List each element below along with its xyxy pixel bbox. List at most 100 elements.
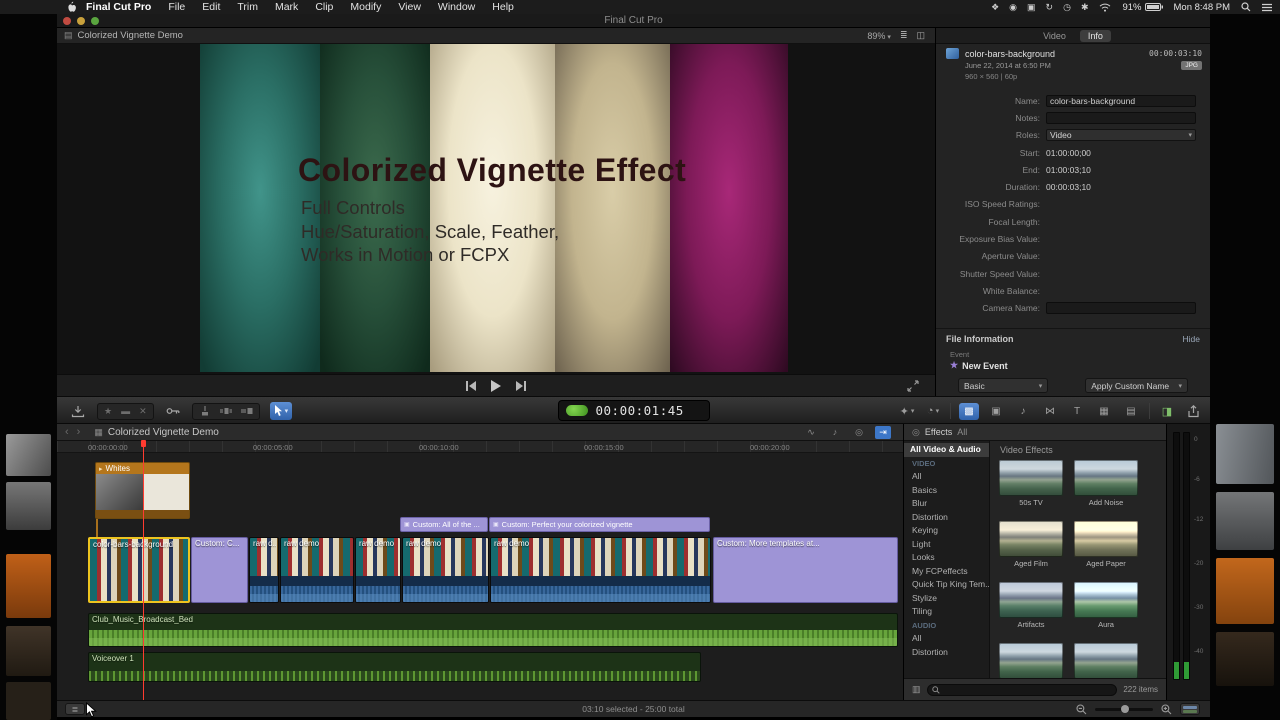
- effect-thumbnail-item[interactable]: Aged Paper: [1074, 521, 1138, 568]
- bluetooth-icon[interactable]: ✱: [1081, 2, 1089, 13]
- play-button[interactable]: [491, 379, 501, 392]
- effect-thumbnail-item[interactable]: [999, 643, 1063, 678]
- apply-custom-name-dropdown[interactable]: Apply Custom Name ▾: [1085, 378, 1188, 393]
- battery-status[interactable]: 91%: [1122, 2, 1163, 13]
- audio-skimming-toggle[interactable]: ♪: [827, 426, 843, 439]
- menu-item-view[interactable]: View: [398, 1, 421, 13]
- menu-item-clip[interactable]: Clip: [315, 1, 333, 13]
- rate-reject-button[interactable]: ✕: [139, 406, 147, 417]
- sync-icon[interactable]: ↻: [1046, 2, 1054, 13]
- photos-browser-button[interactable]: ▣: [986, 403, 1006, 420]
- zoom-slider[interactable]: [1095, 704, 1153, 713]
- display-icon[interactable]: ▣: [1027, 2, 1036, 13]
- tool-select-button[interactable]: ▾: [269, 402, 293, 420]
- transition-preset-dropdown[interactable]: Basic ▾: [958, 378, 1049, 393]
- zoom-out-icon[interactable]: [1076, 703, 1087, 715]
- previous-frame-button[interactable]: [465, 380, 477, 391]
- timeline-back-button[interactable]: ‹: [65, 426, 69, 438]
- menu-item-help[interactable]: Help: [492, 1, 514, 13]
- event-row[interactable]: ★ New Event: [936, 360, 1210, 371]
- effects-category-audio-all[interactable]: All: [904, 632, 989, 646]
- effects-category-tiling[interactable]: Tiling: [904, 605, 989, 619]
- display-options-icon[interactable]: ◫: [916, 30, 925, 41]
- window-titlebar[interactable]: Final Cut Pro: [57, 14, 1210, 28]
- menu-item-mark[interactable]: Mark: [275, 1, 298, 13]
- connect-clip-button[interactable]: [199, 406, 211, 416]
- tab-video[interactable]: Video: [1035, 30, 1074, 42]
- menu-item-window[interactable]: Window: [438, 1, 475, 13]
- timeline-clip[interactable]: Custom: More templates at...: [713, 537, 898, 603]
- timeline-clip[interactable]: raw demo: [280, 537, 354, 603]
- apple-menu[interactable]: [66, 1, 76, 13]
- snapping-toggle[interactable]: ⇥: [875, 425, 891, 439]
- insert-clip-button[interactable]: [219, 406, 232, 416]
- effects-collection-all-video-audio[interactable]: All Video & Audio: [904, 443, 989, 457]
- connected-title-clip[interactable]: ▣ Custom: Perfect your colorized vignett…: [489, 517, 710, 532]
- rate-favorite-button[interactable]: ★: [104, 406, 112, 417]
- effects-category-quick-tip-king-tem-[interactable]: Quick Tip King Tem...: [904, 578, 989, 592]
- effect-preview-image[interactable]: [999, 460, 1063, 496]
- effect-thumbnail-item[interactable]: Add Noise: [1074, 460, 1138, 507]
- timeline-ruler[interactable]: 00:00:00:00 00:00:05:00 00:00:10:00 00:00:1…: [57, 441, 903, 453]
- effect-thumbnail-item[interactable]: 50s TV: [999, 460, 1063, 507]
- effects-install-icon[interactable]: ▥: [912, 684, 921, 695]
- menu-clock[interactable]: Mon 8:48 PM: [1174, 2, 1231, 13]
- app-menu[interactable]: Final Cut Pro: [86, 1, 151, 13]
- effect-preview-image[interactable]: [1074, 521, 1138, 557]
- transitions-browser-button[interactable]: ⋈: [1040, 403, 1060, 420]
- timeline-clip[interactable]: raw d...: [249, 537, 279, 603]
- import-media-button[interactable]: [69, 402, 87, 420]
- audio-clip-voiceover[interactable]: Voiceover 1: [88, 652, 701, 682]
- view-options-icon[interactable]: ≣: [900, 30, 908, 41]
- effects-category-light[interactable]: Light: [904, 538, 989, 552]
- dashboard[interactable]: 00:00:01:45: [557, 400, 710, 421]
- retime-button[interactable]: ◔ ▾: [924, 402, 942, 420]
- effects-browser-button[interactable]: ▩: [959, 402, 979, 420]
- share-button[interactable]: [1184, 402, 1202, 420]
- timeline-forward-button[interactable]: ›: [77, 426, 81, 438]
- connected-title-clip[interactable]: ▣ Custom: All of the ...: [400, 517, 488, 532]
- timeline-clip[interactable]: raw demo: [402, 537, 489, 603]
- effect-preview-image[interactable]: [999, 582, 1063, 618]
- effect-preview-image[interactable]: [1074, 582, 1138, 618]
- menu-item-trim[interactable]: Trim: [237, 1, 258, 13]
- solo-toggle[interactable]: ◎: [851, 426, 867, 439]
- effect-thumbnail-item[interactable]: Artifacts: [999, 582, 1063, 629]
- effects-category-stylize[interactable]: Stylize: [904, 592, 989, 606]
- effects-search-field[interactable]: [926, 683, 1118, 696]
- clip-appearance-button[interactable]: [1180, 703, 1200, 715]
- next-frame-button[interactable]: [515, 380, 527, 391]
- timeline-clip[interactable]: raw demo: [490, 537, 711, 603]
- audio-meters[interactable]: 0 -6 -12 -20 -30 -40: [1166, 424, 1210, 700]
- background-tasks-indicator[interactable]: [565, 405, 588, 416]
- effects-category-blur[interactable]: Blur: [904, 497, 989, 511]
- timeline-clip[interactable]: color-bars-background: [88, 537, 190, 603]
- menu-item-modify[interactable]: Modify: [350, 1, 381, 13]
- append-clip-button[interactable]: [240, 406, 253, 416]
- effect-preview-image[interactable]: [999, 521, 1063, 557]
- wifi-icon[interactable]: [1099, 3, 1111, 12]
- audio-clip-music[interactable]: Club_Music_Broadcast_Bed: [88, 613, 898, 647]
- enhancements-button[interactable]: ✦ ▾: [898, 402, 916, 420]
- hide-button[interactable]: Hide: [1183, 334, 1200, 344]
- generators-browser-button[interactable]: ▦: [1094, 403, 1114, 420]
- music-browser-button[interactable]: ♪: [1013, 403, 1033, 420]
- field-input[interactable]: [1046, 111, 1196, 124]
- effects-category-keying[interactable]: Keying: [904, 524, 989, 538]
- fullscreen-icon[interactable]: [907, 380, 919, 392]
- effect-thumbnail-item[interactable]: [1074, 643, 1138, 678]
- field-input[interactable]: color-bars-background: [1046, 94, 1196, 107]
- effect-preview-image[interactable]: [999, 643, 1063, 678]
- titles-browser-button[interactable]: T: [1067, 403, 1087, 420]
- effects-category-all[interactable]: All: [904, 470, 989, 484]
- clip-skimming-toggle[interactable]: ∿: [803, 426, 819, 439]
- keyword-editor-button[interactable]: [164, 402, 182, 420]
- effects-category-my-fcpeffects[interactable]: My FCPeffects: [904, 565, 989, 579]
- menu-extra-1-icon[interactable]: ❖: [991, 2, 999, 13]
- menu-item-edit[interactable]: Edit: [202, 1, 220, 13]
- timeline-clip[interactable]: raw demo: [355, 537, 401, 603]
- effect-preview-image[interactable]: [1074, 643, 1138, 678]
- zoom-slider-thumb[interactable]: [1121, 704, 1129, 713]
- effect-thumbnail-item[interactable]: Aura: [1074, 582, 1138, 629]
- menu-item-file[interactable]: File: [168, 1, 185, 13]
